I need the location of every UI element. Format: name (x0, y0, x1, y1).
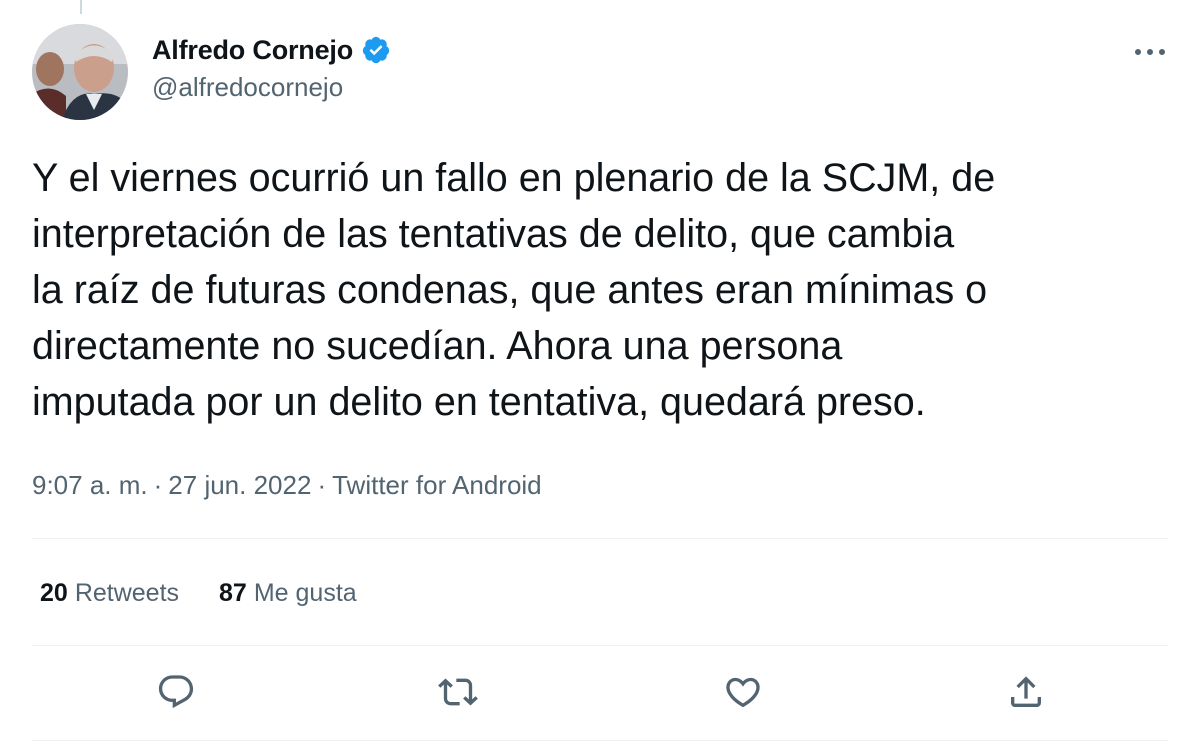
likes-count: 87 (219, 579, 247, 607)
like-button[interactable] (717, 666, 769, 718)
display-name[interactable]: Alfredo Cornejo (152, 35, 353, 66)
profile-photo (32, 24, 128, 120)
divider (32, 645, 1168, 646)
tweet-text: Y el viernes ocurrió un fallo en plenari… (32, 156, 996, 424)
share-icon (1011, 676, 1041, 707)
retweets-stat[interactable]: 20 Retweets (40, 575, 179, 611)
tweet-time[interactable]: 9:07 a. m. (32, 470, 148, 500)
tweet-meta: 9:07 a. m. · 27 jun. 2022 · Twitter for Andr… (32, 467, 542, 503)
reply-icon (158, 675, 194, 709)
more-options-button[interactable] (1130, 32, 1170, 72)
retweets-count: 20 (40, 579, 68, 607)
likes-label: Me gusta (253, 579, 357, 607)
handle[interactable]: @alfredocornejo (152, 72, 391, 103)
retweet-button[interactable] (432, 666, 484, 718)
more-icon (1135, 49, 1165, 55)
thread-line (80, 0, 82, 14)
tweet-source[interactable]: Twitter for Android (332, 470, 542, 500)
retweets-label: Retweets (74, 579, 180, 607)
like-icon (726, 677, 760, 708)
share-button[interactable] (1000, 666, 1052, 718)
divider (32, 740, 1168, 741)
likes-stat[interactable]: 87 Me gusta (219, 575, 357, 611)
avatar[interactable] (32, 24, 128, 120)
meta-separator: · (153, 470, 163, 500)
reply-button[interactable] (150, 666, 202, 718)
tweet-date[interactable]: 27 jun. 2022 (168, 470, 311, 500)
meta-separator: · (317, 470, 327, 500)
author-block: Alfredo Cornejo @alfredocornejo (152, 30, 391, 103)
retweet-icon (438, 678, 478, 706)
name-row: Alfredo Cornejo (152, 30, 391, 70)
verified-badge-icon (361, 35, 391, 65)
tweet-stats: 20 Retweets 87 Me gusta (40, 575, 397, 611)
tweet-actions (32, 662, 1168, 722)
divider (32, 538, 1168, 539)
